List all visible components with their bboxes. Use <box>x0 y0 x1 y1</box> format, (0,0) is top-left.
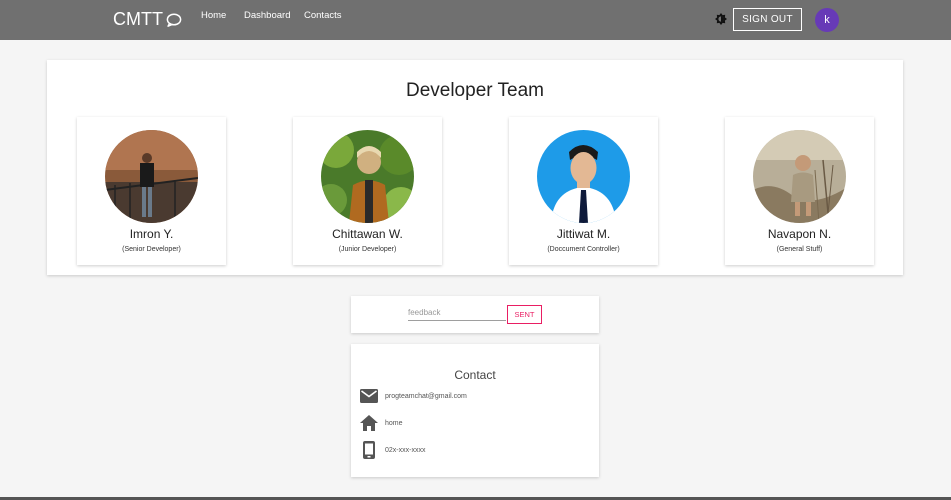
sign-out-button[interactable]: SIGN OUT <box>733 8 802 31</box>
nav-home[interactable]: Home <box>201 10 226 21</box>
team-title: Developer Team <box>405 80 544 101</box>
brand-text: CMTT <box>113 9 163 29</box>
send-feedback-button[interactable]: SENT <box>507 305 542 324</box>
member-card: Chittawan W. (Junior Developer) <box>293 117 442 265</box>
contact-email[interactable]: progteamchat@gmail.com <box>385 393 467 400</box>
member-card: Imron Y. (Senior Developer) <box>77 117 226 265</box>
phone-icon <box>360 441 378 459</box>
member-role: (General Stuff) <box>776 246 823 253</box>
member-name: Imron Y. <box>129 227 174 241</box>
contact-home: home <box>385 419 403 427</box>
member-photo <box>321 130 414 223</box>
contact-phone: 02x-xxx-xxxx <box>385 446 426 454</box>
member-role: (Senior Developer) <box>122 246 181 253</box>
member-role: (Doccument Controller) <box>547 246 620 253</box>
developer-team-panel: Developer Team Imron Y. (Senior Develope… <box>47 60 903 275</box>
contact-email-row: progteamchat@gmail.com <box>360 387 467 405</box>
email-icon <box>360 387 378 405</box>
home-icon <box>360 414 378 432</box>
member-name: Chittawan W. <box>332 227 403 241</box>
feedback-input[interactable] <box>408 305 506 321</box>
member-photo <box>537 130 630 223</box>
brand-logo[interactable]: CMTT <box>113 9 182 30</box>
nav-contacts[interactable]: Contacts <box>304 10 342 21</box>
chat-bubble-icon <box>166 12 182 27</box>
member-photo <box>753 130 846 223</box>
nav-dashboard[interactable]: Dashboard <box>244 10 290 21</box>
top-app-bar: CMTT Home Dashboard Contacts SIGN OUT k <box>0 0 951 40</box>
contact-panel: Contact progteamchat@gmail.com home 02x-… <box>351 344 599 477</box>
contact-title: Contact <box>454 368 496 382</box>
member-card: Navapon N. (General Stuff) <box>725 117 874 265</box>
user-avatar[interactable]: k <box>815 8 839 32</box>
contact-phone-row: 02x-xxx-xxxx <box>360 441 425 459</box>
member-name: Navapon N. <box>767 227 832 241</box>
member-role: (Junior Developer) <box>338 246 397 253</box>
brightness-icon[interactable] <box>715 13 727 25</box>
feedback-panel: SENT <box>351 296 599 333</box>
member-photo <box>105 130 198 223</box>
contact-home-row: home <box>360 414 403 432</box>
member-name: Jittiwat M. <box>556 227 611 241</box>
member-card: Jittiwat M. (Doccument Controller) <box>509 117 658 265</box>
